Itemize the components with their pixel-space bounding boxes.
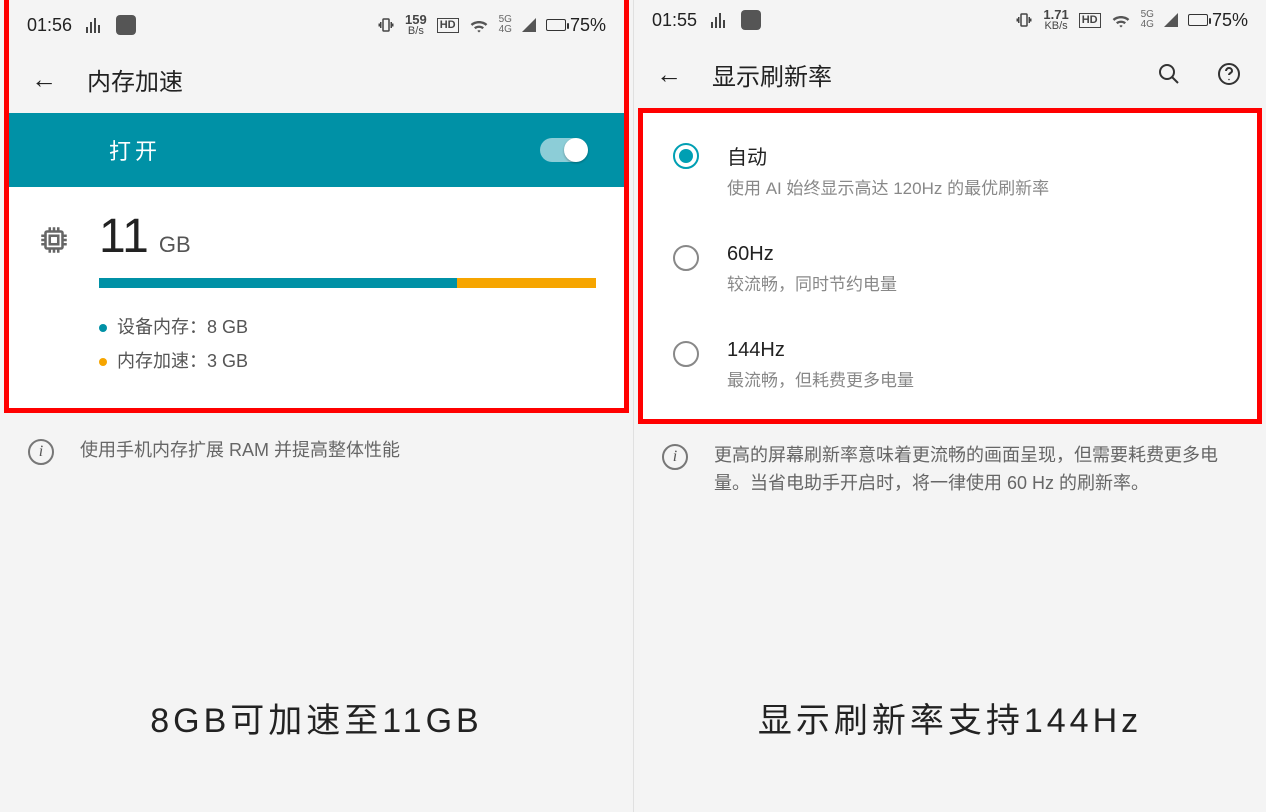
wifi-icon <box>469 17 489 33</box>
legend-device-memory: 设备内存：8 GB <box>99 310 596 344</box>
memory-bar <box>99 278 596 288</box>
info-text: 更高的屏幕刷新率意味着更流畅的画面呈现，但需要耗费更多电量。当省电助手开启时，将… <box>714 442 1238 498</box>
battery-indicator: 75% <box>546 15 606 36</box>
signal-icon <box>1164 13 1178 27</box>
info-icon: i <box>28 439 54 465</box>
highlight-box-refresh: 自动使用 AI 始终显示高达 120Hz 的最优刷新率 60Hz 较流畅，同时节约电… <box>638 108 1262 424</box>
caption: 显示刷新率支持144Hz <box>634 693 1266 812</box>
net-speed: 1.71KB/s <box>1043 8 1068 32</box>
status-bar: 01:56 159B/s HD 5G4G 75% <box>9 5 624 45</box>
vibrate-icon <box>377 16 395 34</box>
enable-toggle-row[interactable]: 打开 <box>9 113 624 187</box>
page-header: ← 内存加速 <box>9 45 624 113</box>
wifi-icon <box>1111 12 1131 28</box>
caption: 8GB可加速至11GB <box>0 693 633 812</box>
refresh-option[interactable]: 144Hz 最流畅，但耗费更多电量 <box>643 317 1257 413</box>
refresh-option[interactable]: 60Hz 较流畅，同时节约电量 <box>643 221 1257 317</box>
toggle-label: 打开 <box>109 134 161 166</box>
memory-card: 11 GB 设备内存：8 GB 内存加速：3 GB <box>9 187 624 408</box>
hd-icon: HD <box>1079 13 1101 28</box>
info-row: i 使用手机内存扩展 RAM 并提高整体性能 <box>0 419 633 483</box>
help-icon[interactable] <box>1214 59 1244 89</box>
option-subtitle: 最流畅，但耗费更多电量 <box>727 366 914 391</box>
signal-icon <box>522 18 536 32</box>
back-icon[interactable]: ← <box>31 64 57 95</box>
option-title: 60Hz <box>727 243 897 266</box>
info-icon: i <box>662 444 688 470</box>
screenshot-refresh-rate: 01:55 1.71KB/s HD 5G4G 75% ← 显示刷新率 自动使用 … <box>633 0 1266 812</box>
info-row: i 更高的屏幕刷新率意味着更流畅的画面呈现，但需要耗费更多电量。当省电助手开启时… <box>634 424 1266 516</box>
option-title: 144Hz <box>727 339 914 362</box>
search-icon[interactable] <box>1154 59 1184 89</box>
equalizer-icon <box>711 12 725 28</box>
net-gen: 5G4G <box>499 15 512 35</box>
radio-icon[interactable] <box>673 245 699 271</box>
equalizer-icon <box>86 17 100 33</box>
toggle-switch-on[interactable] <box>540 138 586 162</box>
battery-indicator: 75% <box>1188 10 1248 31</box>
legend-boost-memory: 内存加速：3 GB <box>99 344 596 378</box>
page-title: 内存加速 <box>87 62 183 97</box>
clock: 01:55 <box>652 10 697 31</box>
option-subtitle: 使用 AI 始终显示高达 120Hz 的最优刷新率 <box>727 174 1049 199</box>
option-subtitle: 较流畅，同时节约电量 <box>727 270 897 295</box>
radio-icon[interactable] <box>673 341 699 367</box>
legend: 设备内存：8 GB 内存加速：3 GB <box>99 310 596 378</box>
refresh-option[interactable]: 自动使用 AI 始终显示高达 120Hz 的最优刷新率 <box>643 119 1257 221</box>
total-memory: 11 GB <box>99 209 596 264</box>
net-gen: 5G4G <box>1141 10 1154 30</box>
highlight-box-memory: 01:56 159B/s HD 5G4G 75% ← 内存加速 <box>4 0 629 413</box>
vibrate-icon <box>1015 11 1033 29</box>
hd-icon: HD <box>437 18 459 33</box>
page-header: ← 显示刷新率 <box>634 40 1266 108</box>
option-title: 自动 <box>727 141 1049 170</box>
chip-icon <box>37 223 71 257</box>
back-icon[interactable]: ← <box>656 59 682 90</box>
notification-icon <box>741 10 761 30</box>
screenshot-memory-boost: 01:56 159B/s HD 5G4G 75% ← 内存加速 <box>0 0 633 812</box>
radio-checked-icon[interactable] <box>673 143 699 169</box>
net-speed: 159B/s <box>405 13 427 37</box>
notification-icon <box>116 15 136 35</box>
clock: 01:56 <box>27 15 72 36</box>
page-title: 显示刷新率 <box>712 57 832 92</box>
info-text: 使用手机内存扩展 RAM 并提高整体性能 <box>80 437 400 465</box>
status-bar: 01:55 1.71KB/s HD 5G4G 75% <box>634 0 1266 40</box>
